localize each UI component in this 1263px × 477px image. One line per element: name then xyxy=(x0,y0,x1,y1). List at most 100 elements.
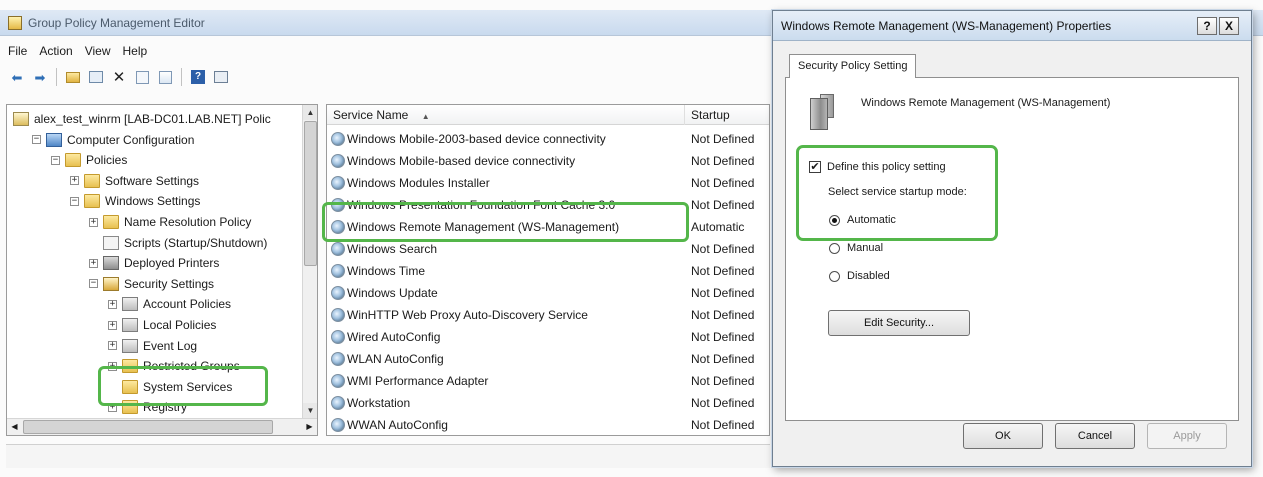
tree-item[interactable]: − Security Settings xyxy=(89,274,214,294)
tree-item[interactable]: − Windows Settings xyxy=(70,191,200,211)
radio-unselected-icon[interactable] xyxy=(829,270,840,282)
service-row[interactable]: Windows Time Not Defined xyxy=(327,260,769,282)
menu-view[interactable]: View xyxy=(85,44,111,58)
service-startup: Not Defined xyxy=(691,352,755,366)
server-service-icon xyxy=(808,94,836,132)
service-gear-icon xyxy=(331,418,345,432)
service-row[interactable]: Windows Update Not Defined xyxy=(327,282,769,304)
scroll-down-arrow-icon[interactable]: ▼ xyxy=(303,403,317,418)
service-name: Wired AutoConfig xyxy=(347,330,441,344)
column-label: Startup xyxy=(691,108,730,122)
expand-icon[interactable]: + xyxy=(108,320,117,330)
tree-item[interactable]: + Name Resolution Policy xyxy=(89,212,251,232)
delete-icon[interactable]: ✕ xyxy=(110,68,128,86)
expand-icon[interactable]: + xyxy=(70,176,79,186)
ok-button[interactable]: OK xyxy=(963,423,1043,449)
collapse-icon[interactable]: − xyxy=(51,155,60,165)
edit-security-button[interactable]: Edit Security... xyxy=(828,310,970,336)
tree-item[interactable]: + Software Settings xyxy=(70,171,199,191)
service-row[interactable]: WWAN AutoConfig Not Defined xyxy=(327,414,769,435)
service-gear-icon xyxy=(331,396,345,410)
tree-item-label: Policies xyxy=(86,153,128,168)
service-name: Windows Update xyxy=(347,286,438,300)
scroll-left-arrow-icon[interactable]: ◀ xyxy=(7,419,22,435)
tree-item-label: Windows Settings xyxy=(105,194,201,209)
tree-item-label: Name Resolution Policy xyxy=(124,215,252,229)
service-row[interactable]: Windows Mobile-2003-based device connect… xyxy=(327,128,769,150)
policy-icon xyxy=(122,318,138,332)
properties-icon[interactable] xyxy=(133,68,151,86)
service-name: Windows Search xyxy=(347,242,438,256)
document-icon xyxy=(103,235,119,250)
service-row[interactable]: Wired AutoConfig Not Defined xyxy=(327,326,769,348)
menu-file[interactable]: File xyxy=(8,44,27,58)
policy-icon xyxy=(122,338,138,353)
apply-button[interactable]: Apply xyxy=(1147,423,1227,449)
column-header-startup[interactable]: Startup xyxy=(685,105,769,125)
list-header: Service Name ▲ Startup xyxy=(327,105,769,125)
service-row[interactable]: WLAN AutoConfig Not Defined xyxy=(327,348,769,370)
tree-item[interactable]: + Local Policies xyxy=(108,315,216,335)
tab-panel: Windows Remote Management (WS-Management… xyxy=(785,77,1239,421)
menu-bar: File Action View Help xyxy=(0,40,770,62)
menu-help[interactable]: Help xyxy=(123,44,148,58)
forward-arrow-icon[interactable]: ➡ xyxy=(31,68,49,86)
console-icon[interactable] xyxy=(212,68,230,86)
expand-icon[interactable]: + xyxy=(108,299,117,309)
annotation-highlight-system-services xyxy=(98,366,268,406)
scroll-up-arrow-icon[interactable]: ▲ xyxy=(303,105,317,120)
service-gear-icon xyxy=(331,264,345,278)
tree-item[interactable]: − Policies xyxy=(51,150,127,170)
tree-item[interactable]: Scripts (Startup/Shutdown) xyxy=(89,233,267,253)
up-folder-icon[interactable] xyxy=(64,68,82,86)
tree-item-label: Event Log xyxy=(143,338,198,353)
service-startup: Not Defined xyxy=(691,242,755,256)
close-button[interactable]: X xyxy=(1219,17,1239,35)
expand-icon[interactable]: + xyxy=(108,341,117,351)
collapse-icon[interactable]: − xyxy=(89,279,98,289)
expand-icon[interactable]: + xyxy=(89,258,98,268)
tree-item[interactable]: + Account Policies xyxy=(108,294,231,314)
tree-vertical-scrollbar[interactable]: ▲ ▼ xyxy=(302,105,317,418)
expand-icon[interactable]: + xyxy=(89,217,98,227)
service-row[interactable]: Windows Modules Installer Not Defined xyxy=(327,172,769,194)
help-icon[interactable]: ? xyxy=(189,68,207,86)
show-hide-tree-icon[interactable] xyxy=(87,68,105,86)
tree-item-label: Software Settings xyxy=(105,173,200,188)
service-row[interactable]: Windows Mobile-based device connectivity… xyxy=(327,150,769,172)
back-arrow-icon[interactable]: ⬅ xyxy=(8,68,26,86)
service-name: WMI Performance Adapter xyxy=(347,374,489,388)
service-startup: Not Defined xyxy=(691,374,755,388)
menu-action[interactable]: Action xyxy=(39,44,72,58)
cancel-button[interactable]: Cancel xyxy=(1055,423,1135,449)
computer-icon xyxy=(46,132,62,147)
gpo-icon xyxy=(13,112,29,126)
services-list[interactable]: Service Name ▲ Startup Windows Mobile-20… xyxy=(326,104,770,436)
toolbar-separator xyxy=(181,68,182,86)
tree-item[interactable]: + Deployed Printers xyxy=(89,253,219,273)
radio-disabled[interactable]: Disabled xyxy=(829,270,890,282)
help-button[interactable]: ? xyxy=(1197,17,1217,35)
radio-manual[interactable]: Manual xyxy=(829,242,883,254)
scroll-right-arrow-icon[interactable]: ▶ xyxy=(302,419,317,435)
tree-item[interactable]: − Computer Configuration xyxy=(32,130,194,150)
tree-item[interactable]: + Event Log xyxy=(108,336,197,356)
service-row[interactable]: WinHTTP Web Proxy Auto-Discovery Service… xyxy=(327,304,769,326)
tree-item[interactable]: alex_test_winrm [LAB-DC01.LAB.NET] Polic xyxy=(13,109,271,129)
collapse-icon[interactable]: − xyxy=(32,135,41,145)
column-header-service-name[interactable]: Service Name ▲ xyxy=(327,105,685,125)
service-gear-icon xyxy=(331,286,345,300)
tree-horizontal-scrollbar[interactable]: ◀ ▶ xyxy=(7,418,317,435)
service-gear-icon xyxy=(331,176,345,190)
service-row[interactable]: Workstation Not Defined xyxy=(327,392,769,414)
tree-item-label: Scripts (Startup/Shutdown) xyxy=(124,235,268,250)
service-gear-icon xyxy=(331,308,345,322)
tab-security-policy-setting[interactable]: Security Policy Setting xyxy=(789,54,917,78)
collapse-icon[interactable]: − xyxy=(70,196,79,206)
service-name: WLAN AutoConfig xyxy=(347,352,444,366)
service-row[interactable]: WMI Performance Adapter Not Defined xyxy=(327,370,769,392)
scroll-thumb[interactable] xyxy=(304,121,317,266)
scroll-thumb[interactable] xyxy=(23,420,273,434)
export-icon[interactable] xyxy=(156,68,174,86)
radio-unselected-icon[interactable] xyxy=(829,242,840,254)
